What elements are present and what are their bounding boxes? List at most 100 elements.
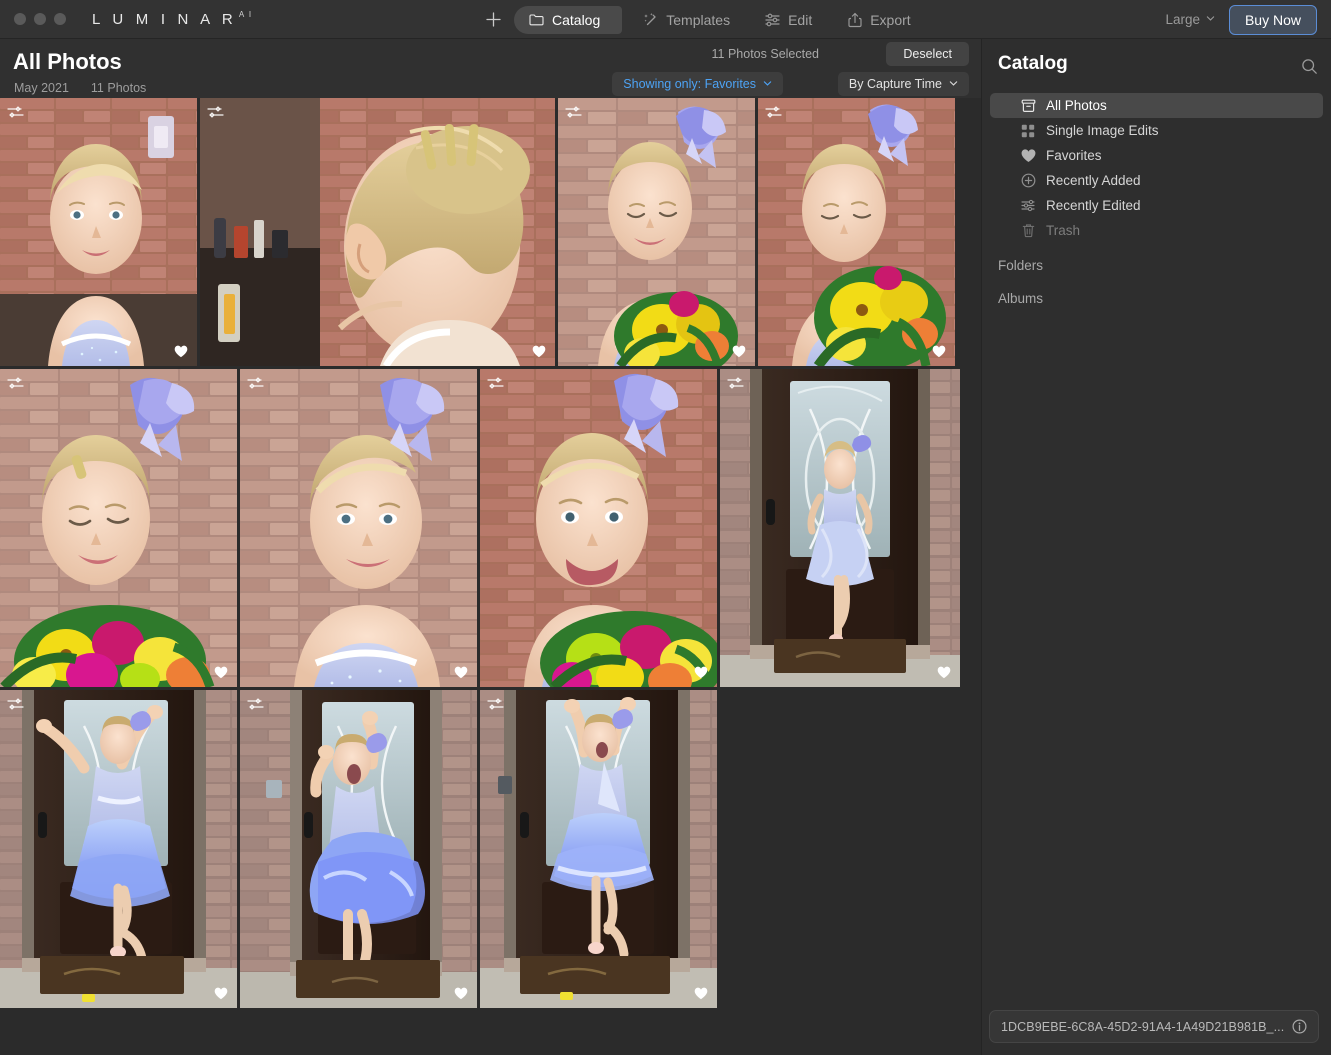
photo-image <box>480 690 717 1008</box>
sidebar-item-favorites[interactable]: Favorites <box>990 143 1323 168</box>
chevron-down-icon <box>763 79 772 88</box>
photo-image <box>240 369 477 687</box>
photo-thumbnail[interactable] <box>240 690 477 1008</box>
tab-templates[interactable]: Templates <box>628 6 744 34</box>
trash-icon <box>1020 223 1036 239</box>
photo-thumbnail[interactable] <box>480 369 717 687</box>
search-icon[interactable] <box>1301 58 1318 80</box>
favorite-heart-icon[interactable] <box>454 987 468 1000</box>
status-id-chip[interactable]: 1DCB9EBE-6C8A-45D2-91A4-1A49D21B981B_... <box>989 1010 1319 1043</box>
favorite-heart-icon[interactable] <box>214 666 228 679</box>
grid-four-icon <box>1020 123 1036 139</box>
close-window-button[interactable] <box>14 13 26 25</box>
edited-badge-icon <box>7 376 25 390</box>
photo-thumbnail[interactable] <box>758 98 955 366</box>
main-navigation: Catalog Templates <box>478 0 925 39</box>
sidebar-item-recently-edited[interactable]: Recently Edited <box>990 193 1323 218</box>
filter-dropdown-label: Showing only: Favorites <box>623 77 756 91</box>
photo-image <box>720 369 960 687</box>
favorite-heart-icon[interactable] <box>214 987 228 1000</box>
tab-edit[interactable]: Edit <box>750 6 826 34</box>
photo-thumbnail[interactable] <box>240 369 477 687</box>
share-up-icon <box>846 11 863 28</box>
tab-catalog[interactable]: Catalog <box>514 6 622 34</box>
photo-thumbnail[interactable] <box>0 690 237 1008</box>
edited-badge-icon <box>7 697 25 711</box>
sidebar-group-folders[interactable]: Folders <box>982 254 1331 276</box>
tab-edit-label: Edit <box>788 12 812 28</box>
info-circle-icon[interactable] <box>1292 1019 1307 1034</box>
buy-now-button[interactable]: Buy Now <box>1229 5 1317 35</box>
tab-templates-label: Templates <box>666 12 730 28</box>
sort-dropdown[interactable]: By Capture Time <box>838 72 969 96</box>
window-controls[interactable] <box>14 13 66 25</box>
sidebar-group-albums[interactable]: Albums <box>982 287 1331 309</box>
photo-image <box>480 369 717 687</box>
minimize-window-button[interactable] <box>34 13 46 25</box>
photo-thumbnail[interactable] <box>558 98 755 366</box>
app-logo-text: L U M I N A R <box>92 11 237 28</box>
sidebar-item-trash[interactable]: Trash <box>990 218 1323 243</box>
sidebar-item-single-image-edits[interactable]: Single Image Edits <box>990 118 1323 143</box>
chevron-down-icon <box>1206 14 1215 23</box>
library-header: All Photos May 2021 11 Photos 11 Photos … <box>0 39 981 98</box>
app-logo-superscript: A I <box>239 10 253 19</box>
sidebar-item-label: Favorites <box>1046 148 1102 163</box>
edited-badge-icon <box>7 105 25 119</box>
edited-badge-icon <box>765 105 783 119</box>
photo-image <box>758 98 955 366</box>
photo-thumbnail[interactable] <box>0 369 237 687</box>
favorite-heart-icon[interactable] <box>732 345 746 358</box>
plus-circle-icon <box>1020 173 1036 189</box>
photo-grid-row <box>0 98 981 366</box>
edited-badge-icon <box>207 105 225 119</box>
plus-icon <box>485 11 502 28</box>
page-subtitle: May 2021 11 Photos <box>14 81 146 95</box>
folder-icon <box>528 11 545 28</box>
sidebar-item-label: Recently Added <box>1046 173 1141 188</box>
photo-grid[interactable] <box>0 98 981 1055</box>
catalog-title: Catalog <box>998 53 1068 75</box>
photo-thumbnail[interactable] <box>480 690 717 1008</box>
deselect-button[interactable]: Deselect <box>886 42 969 66</box>
photo-thumbnail[interactable] <box>200 98 555 366</box>
favorite-heart-icon[interactable] <box>932 345 946 358</box>
photo-grid-row <box>0 369 981 687</box>
catalog-item-list: All Photos Single Image Edits Favorites <box>982 93 1331 243</box>
favorite-heart-icon[interactable] <box>454 666 468 679</box>
favorite-heart-icon[interactable] <box>532 345 546 358</box>
maximize-window-button[interactable] <box>54 13 66 25</box>
thumbnail-size-selector[interactable]: Large <box>1165 12 1215 27</box>
favorite-heart-icon[interactable] <box>174 345 188 358</box>
window-title-bar: L U M I N A R A I Catalog <box>0 0 1331 39</box>
sliders-icon <box>1020 198 1036 214</box>
photo-thumbnail[interactable] <box>720 369 960 687</box>
tab-export[interactable]: Export <box>832 6 924 34</box>
tab-export-label: Export <box>870 12 910 28</box>
add-photos-button[interactable] <box>478 5 508 35</box>
favorite-heart-icon[interactable] <box>694 987 708 1000</box>
page-photo-count: 11 Photos <box>91 81 146 95</box>
sidebar-item-label: Trash <box>1046 223 1080 238</box>
edited-badge-icon <box>247 697 265 711</box>
heart-icon <box>1020 148 1036 164</box>
page-date: May 2021 <box>14 81 69 95</box>
photo-image <box>240 690 477 1008</box>
photo-image <box>0 98 197 366</box>
edited-badge-icon <box>487 697 505 711</box>
photo-image <box>558 98 755 366</box>
edited-badge-icon <box>727 376 745 390</box>
filter-dropdown[interactable]: Showing only: Favorites <box>612 72 783 96</box>
favorite-heart-icon[interactable] <box>937 666 951 679</box>
favorite-heart-icon[interactable] <box>694 666 708 679</box>
sidebar-item-all-photos[interactable]: All Photos <box>990 93 1323 118</box>
catalog-sidebar: Catalog All Photos <box>981 39 1331 1055</box>
sidebar-item-label: All Photos <box>1046 98 1107 113</box>
thumbnail-size-label: Large <box>1165 12 1200 27</box>
catalog-header: Catalog <box>982 39 1331 91</box>
edited-badge-icon <box>565 105 583 119</box>
photo-grid-row <box>0 690 981 1008</box>
sliders-icon <box>764 11 781 28</box>
sidebar-item-recently-added[interactable]: Recently Added <box>990 168 1323 193</box>
photo-thumbnail[interactable] <box>0 98 197 366</box>
